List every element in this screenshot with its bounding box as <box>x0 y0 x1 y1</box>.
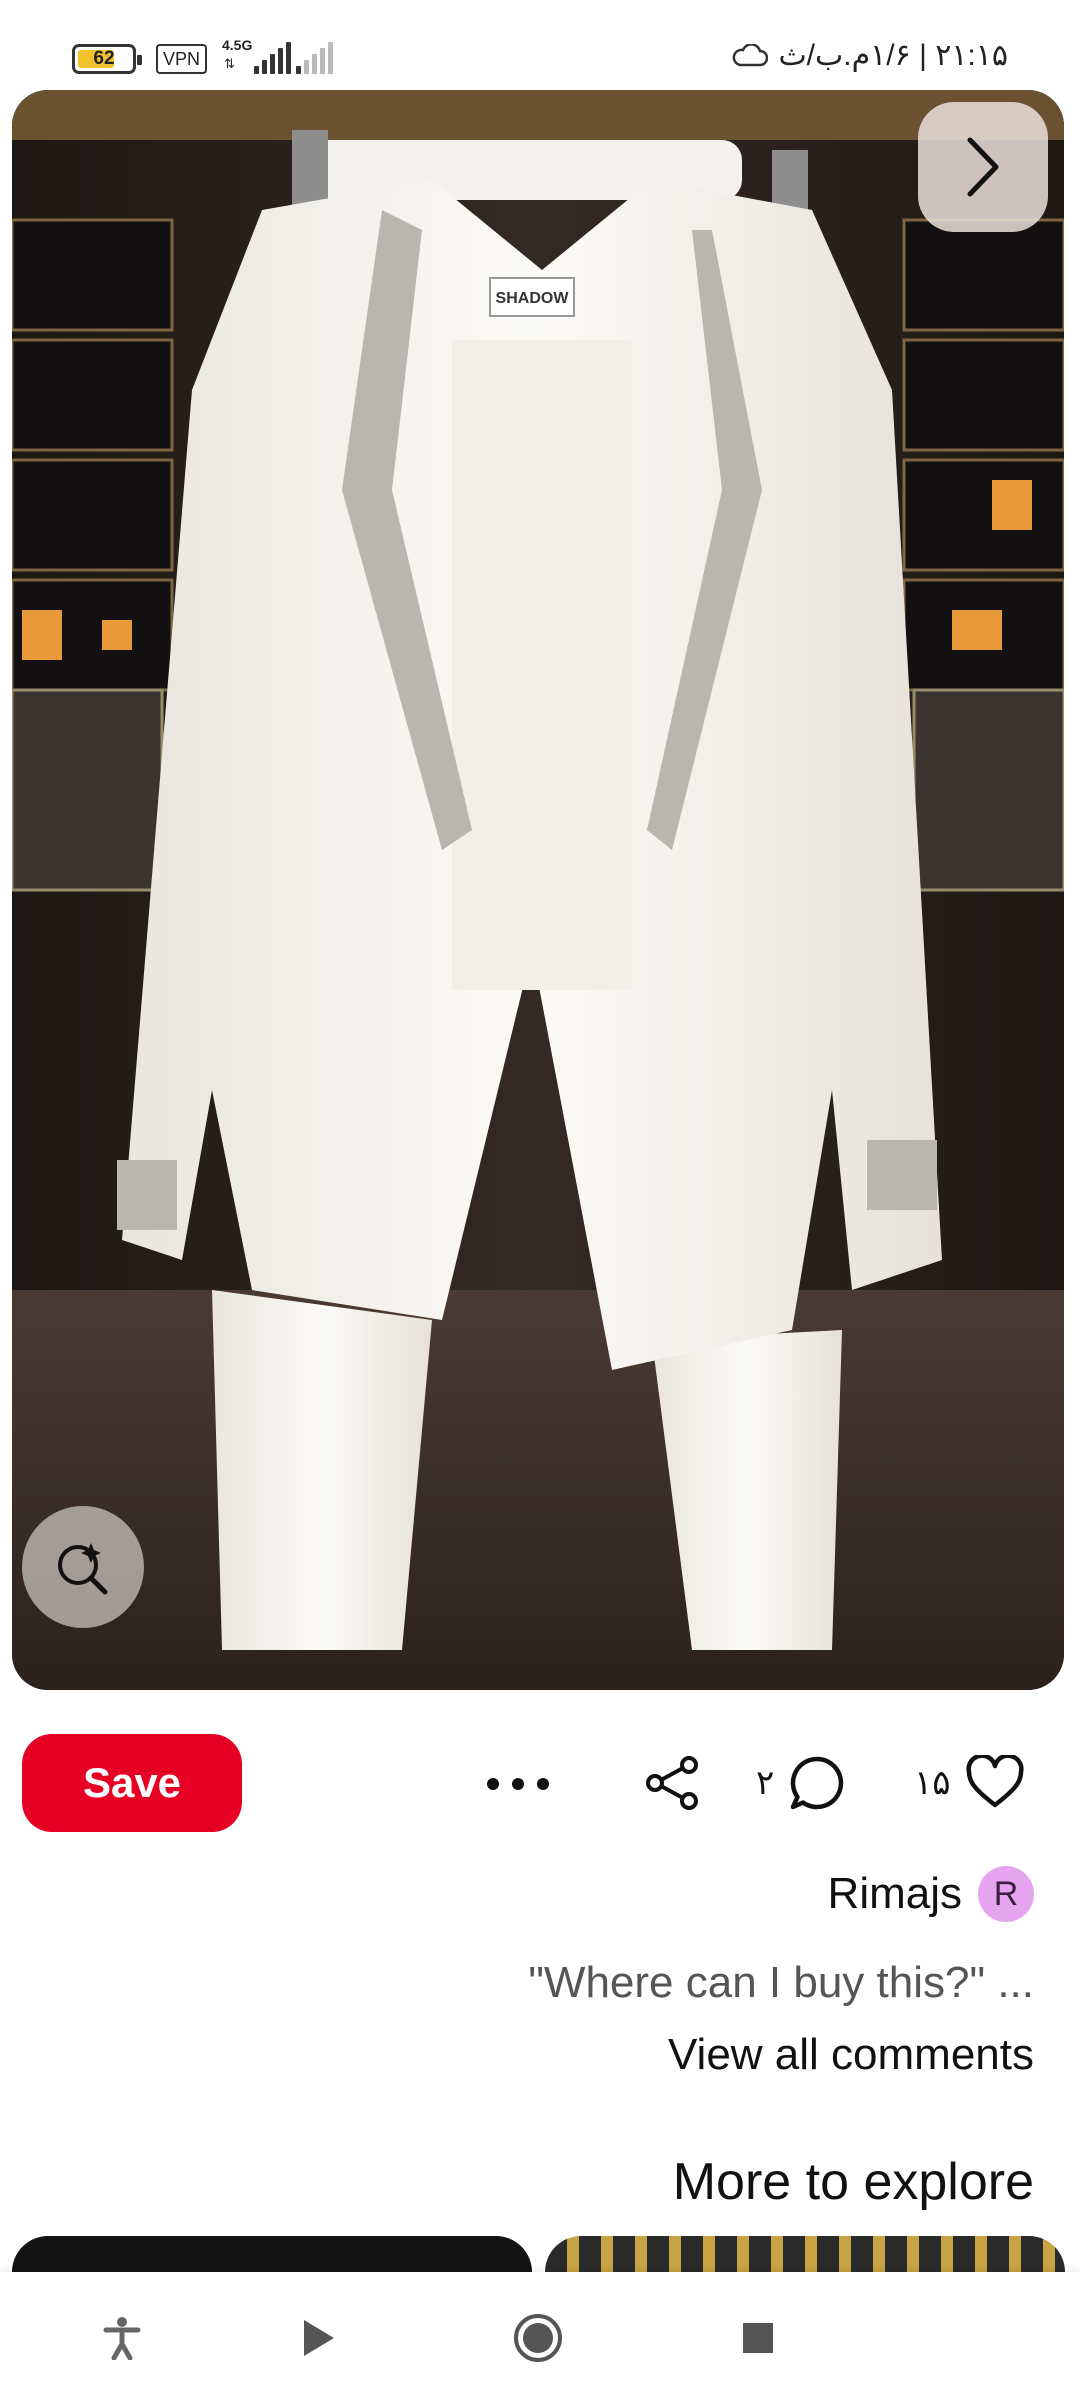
pin-image[interactable]: SHADOW <box>12 90 1064 1690</box>
visual-search-icon <box>58 1543 108 1595</box>
pin-author[interactable]: Rimajs R <box>828 1862 1034 1926</box>
like-count: ۱۵ <box>914 1764 951 1802</box>
accessibility-icon <box>103 2317 141 2360</box>
share-button[interactable] <box>640 1750 706 1816</box>
view-all-comments-link[interactable]: View all comments <box>668 2030 1034 2080</box>
explore-pin-card[interactable] <box>12 2236 532 2276</box>
author-name[interactable]: Rimajs <box>828 1869 962 1919</box>
like-button[interactable]: ۱۵ <box>914 1750 1025 1816</box>
save-button[interactable]: Save <box>22 1734 242 1832</box>
vpn-badge: VPN <box>156 44 208 74</box>
more-to-explore-heading: More to explore <box>672 2153 1034 2211</box>
more-options-button[interactable] <box>478 1760 558 1808</box>
stop-square-icon <box>743 2323 773 2353</box>
data-arrows-icon: ⇅ <box>224 56 235 71</box>
explore-grid <box>0 2236 1080 2276</box>
comments-button[interactable]: ۲ <box>756 1750 846 1816</box>
share-icon <box>646 1756 698 1810</box>
visual-search-button[interactable] <box>22 1506 144 1628</box>
heart-icon <box>965 1755 1024 1808</box>
white-suit-photo: SHADOW <box>12 90 1064 1690</box>
next-image-button[interactable] <box>918 102 1048 232</box>
play-icon <box>304 2320 334 2356</box>
comment-count: ۲ <box>756 1764 775 1802</box>
more-horizontal-icon <box>487 1778 549 1790</box>
battery-level: 62 <box>93 48 115 69</box>
play-button[interactable] <box>286 2306 350 2370</box>
status-clock: ۲۱:۱۵ | ۱/۶م.ب/ث <box>730 38 1008 73</box>
explore-pin-card[interactable] <box>545 2236 1065 2276</box>
battery-indicator: 62 <box>72 44 142 74</box>
status-bar: 62 VPN 4.5G ⇅ ۲۱:۱۵ | ۱/۶م.ب/ث <box>0 0 1080 90</box>
signal-strength-2-icon <box>296 42 333 74</box>
cloud-icon <box>733 43 769 66</box>
comment-preview[interactable]: "Where can I buy this?" ... <box>528 1958 1034 2008</box>
home-button[interactable] <box>506 2306 570 2370</box>
chevron-right-icon <box>967 137 999 197</box>
network-type: 4.5G <box>222 37 253 53</box>
home-circle-icon <box>514 2314 562 2362</box>
signal-strength-icon <box>254 42 291 74</box>
recents-button[interactable] <box>726 2306 790 2370</box>
brand-label: SHADOW <box>496 290 570 307</box>
system-nav-bar <box>0 2272 1080 2400</box>
comment-icon <box>791 1756 844 1810</box>
time-date-text: ۲۱:۱۵ | ۱/۶م.ب/ث <box>778 39 1008 72</box>
avatar[interactable]: R <box>978 1866 1034 1922</box>
accessibility-button[interactable] <box>90 2306 154 2370</box>
